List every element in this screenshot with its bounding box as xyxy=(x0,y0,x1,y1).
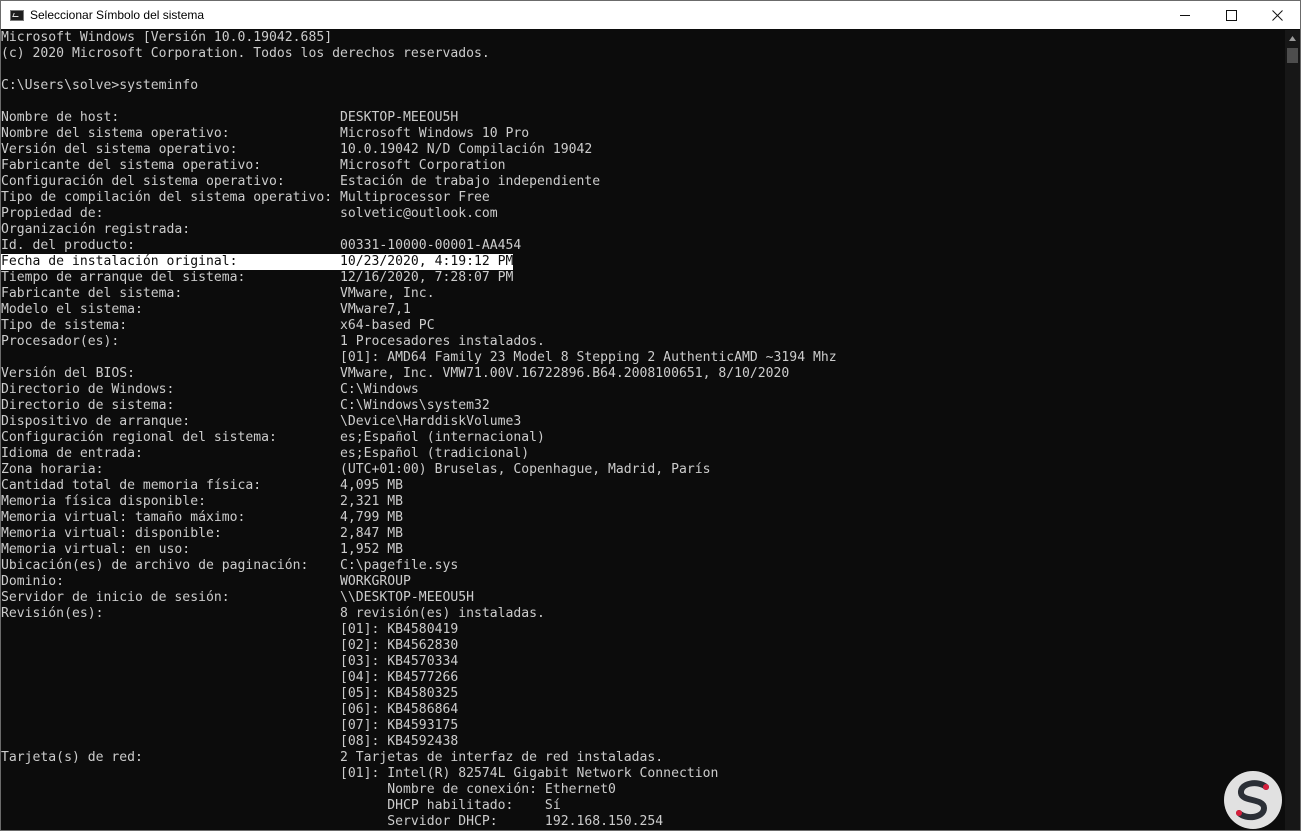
scroll-up-arrow-icon[interactable] xyxy=(1285,30,1300,46)
console-line: Zona horaria: (UTC+01:00) Bruselas, Cope… xyxy=(1,462,711,477)
console-line-highlighted: Fecha de instalación original: 10/23/202… xyxy=(1,254,514,270)
maximize-icon xyxy=(1225,9,1237,21)
console-line: Dispositivo de arranque: \Device\Harddis… xyxy=(1,414,522,429)
console-line: Servidor DHCP: 192.168.150.254 xyxy=(1,814,664,829)
console-line: Servidor de inicio de sesión: \\DESKTOP-… xyxy=(1,590,474,605)
solvetic-logo-icon xyxy=(1224,771,1282,829)
minimize-icon xyxy=(1179,14,1190,16)
console-line: [01]: KB4580419 xyxy=(1,622,459,637)
maximize-button[interactable] xyxy=(1208,1,1254,29)
console-line: Memoria virtual: tamaño máximo: 4,799 MB xyxy=(1,510,404,525)
console-line: DHCP habilitado: Sí xyxy=(1,798,561,813)
console-line: Tarjeta(s) de red: 2 Tarjetas de interfa… xyxy=(1,750,664,765)
console-output[interactable]: Microsoft Windows [Versión 10.0.19042.68… xyxy=(1,30,1285,830)
console-line: [06]: KB4586864 xyxy=(1,702,459,717)
console-line: Microsoft Windows [Versión 10.0.19042.68… xyxy=(1,30,333,45)
console-line: (c) 2020 Microsoft Corporation. Todos lo… xyxy=(1,46,490,61)
console-line: [08]: KB4592438 xyxy=(1,734,459,749)
console-line: Nombre de conexión: Ethernet0 xyxy=(1,782,616,797)
console-line: Directorio de sistema: C:\Windows\system… xyxy=(1,398,490,413)
console-line: Fabricante del sistema: VMware, Inc. xyxy=(1,286,435,301)
console-line: Revisión(es): 8 revisión(es) instaladas. xyxy=(1,606,545,621)
command-prompt-window: Seleccionar Símbolo del sistema Microsof… xyxy=(0,0,1301,831)
console-line: [02]: KB4562830 xyxy=(1,638,459,653)
title-bar[interactable]: Seleccionar Símbolo del sistema xyxy=(1,1,1300,29)
console-line: Procesador(es): 1 Procesadores instalado… xyxy=(1,334,545,349)
console-line: [05]: KB4580325 xyxy=(1,686,459,701)
console-line: [04]: KB4577266 xyxy=(1,670,459,685)
console-line: Propiedad de: solvetic@outlook.com xyxy=(1,206,498,221)
minimize-button[interactable] xyxy=(1162,1,1208,29)
console-line: Configuración del sistema operativo: Est… xyxy=(1,174,601,189)
close-icon xyxy=(1271,9,1283,21)
console-line: Memoria física disponible: 2,321 MB xyxy=(1,494,404,509)
console-line: Cantidad total de memoria física: 4,095 … xyxy=(1,478,404,493)
window-title: Seleccionar Símbolo del sistema xyxy=(30,8,205,22)
console-line: Directorio de Windows: C:\Windows xyxy=(1,382,419,397)
vertical-scrollbar[interactable] xyxy=(1285,30,1300,830)
console-line: Memoria virtual: en uso: 1,952 MB xyxy=(1,542,404,557)
console-line: Ubicación(es) de archivo de paginación: … xyxy=(1,558,459,573)
console-line: Fabricante del sistema operativo: Micros… xyxy=(1,158,506,173)
console-line: Dominio: WORKGROUP xyxy=(1,574,411,589)
console-line: Nombre de host: DESKTOP-MEEOU5H xyxy=(1,110,459,125)
console-line: [01]: AMD64 Family 23 Model 8 Stepping 2… xyxy=(1,350,837,365)
console-line: Modelo el sistema: VMware7,1 xyxy=(1,302,411,317)
console-line: C:\Users\solve>systeminfo xyxy=(1,78,199,93)
console-line: Tipo de sistema: x64-based PC xyxy=(1,318,435,333)
console-line: Nombre del sistema operativo: Microsoft … xyxy=(1,126,530,141)
close-button[interactable] xyxy=(1254,1,1300,29)
scrollbar-thumb[interactable] xyxy=(1287,48,1298,63)
console-line: Configuración regional del sistema: es;E… xyxy=(1,430,545,445)
console-line: [01]: Intel(R) 82574L Gigabit Network Co… xyxy=(1,766,719,781)
console-line: Versión del BIOS: VMware, Inc. VMW71.00V… xyxy=(1,366,790,381)
console-line: Memoria virtual: disponible: 2,847 MB xyxy=(1,526,404,541)
console-line: Organización registrada: xyxy=(1,222,191,237)
console-line: Id. del producto: 00331-10000-00001-AA45… xyxy=(1,238,522,253)
console-line: Versión del sistema operativo: 10.0.1904… xyxy=(1,142,593,157)
console-line: Tiempo de arranque del sistema: 12/16/20… xyxy=(1,270,514,285)
console-line: Idioma de entrada: es;Español (tradicion… xyxy=(1,446,530,461)
console-line: [07]: KB4593175 xyxy=(1,718,459,733)
console-line: Tipo de compilación del sistema operativ… xyxy=(1,190,490,205)
command-prompt-icon[interactable] xyxy=(10,9,24,21)
console-line: [03]: KB4570334 xyxy=(1,654,459,669)
